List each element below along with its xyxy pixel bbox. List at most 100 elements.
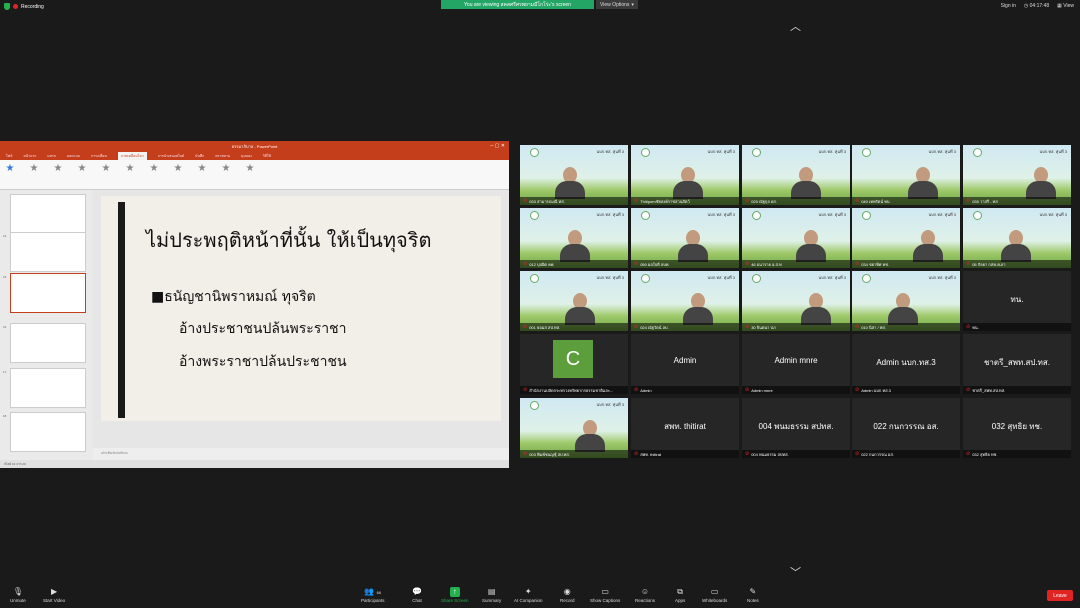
sign-in-link[interactable]: Sign in [1001,3,1016,9]
participants-button[interactable]: 👥 66 Participants [361,587,385,603]
participant-name-label: ⊘ 004 พนมธรรม สปทส. [742,450,850,458]
slide-thumbnail[interactable] [10,194,86,234]
animation-effect-icon[interactable]: ★ [148,163,160,175]
participant-tile[interactable]: นบก.ทส. หุ่นที่ 3 ⊘ 035 วาสรี - ทส [963,145,1071,205]
whiteboard-icon: ▭ [710,587,719,596]
participant-tile[interactable]: นบก.ทส. หุ่นที่ 3 ⊘ 024 ณัฐวัตน์ ลบ. [631,271,739,331]
animation-effect-icon[interactable]: ★ [172,163,184,175]
participant-tile[interactable]: นบก.ทส. หุ่นที่ 3 ⊘ 05 กัลยา กสพ.ลเลา [963,208,1071,268]
org-logo-icon [752,211,761,220]
participant-tile[interactable]: 022 กนกวรรณ อส. ⊘ 022 กนกวรรณ อส. [852,398,960,458]
microphone-muted-icon: ⊘ [745,261,750,267]
participant-tile[interactable]: นบก.ทส. หุ่นที่ 3 ⊘ 040 เทพรัตน์ ทบ. [852,145,960,205]
notes-button[interactable]: ✎ Notes [747,587,759,603]
tile-background-text: นบก.ทส. หุ่นที่ 3 [1039,149,1067,154]
notes-pane[interactable]: คลิกเพื่อเพิ่มบันทึกย่อ [93,448,509,460]
participant-tile[interactable]: นบก.ทส. หุ่นที่ 3 ⊘ 46 อนาราย อ.ส.ท [742,208,850,268]
participant-name-label: ⊘ ทน. [963,323,1071,331]
org-logo-icon [530,211,539,220]
slide-bullet-2: อ้างประชาชนปล้นพระราชา [179,321,347,337]
slide-thumbnails[interactable]: 14 15 16 17 18 [0,190,93,460]
animation-effect-icon[interactable]: ★ [124,163,136,175]
participant-tile[interactable]: นบก.ทส. หุ่นที่ 3 ⊘ 050 ผลใจดี ลบท. [631,208,739,268]
virtual-background: นบก.ทส. หุ่นที่ 3 [742,271,850,331]
animation-effect-icon[interactable]: ★ [100,163,112,175]
show-captions-button[interactable]: ▭ Show Captions [590,587,620,603]
ppt-tab[interactable]: วิธีใช้ [263,153,271,159]
participant-display-name: ชาตรี_สพท.สป.ทส. [983,358,1051,367]
participant-tile[interactable]: Admin mnre ⊘ Admin mnre [742,334,850,394]
org-logo-icon [862,274,871,283]
participant-tile[interactable]: Admin นบก.ทส.3 ⊘ Admin นบก.ทส.3 [852,334,960,394]
participant-tile[interactable]: นบก.ทส. หุ่นที่ 3 ⊘ 003 พิมพ์ชนญชุ์ สป.ทส. [520,398,628,458]
chat-button[interactable]: 💬 Chat [412,587,422,603]
microphone-muted-icon: ⊘ [966,451,971,457]
ppt-tab[interactable]: ภาพเคลื่อนไหว [117,151,147,160]
record-button[interactable]: ◉ Record [560,587,575,603]
animation-effect-icon[interactable]: ★ [244,163,256,175]
whiteboards-button[interactable]: ▭ Whiteboards [702,587,727,603]
microphone-muted-icon: ⊘ [634,261,639,267]
tile-background-text: นบก.ทส. หุ่นที่ 3 [928,275,956,280]
share-screen-button[interactable]: ↑ Share Screen [441,587,469,603]
ppt-tab[interactable]: บันทึก [195,153,204,159]
animation-effect-icon[interactable]: ★ [52,163,64,175]
participant-tile[interactable]: นบก.ทส. หุ่นที่ 3 ⊘ 012 บุปผิต คพ. [520,208,628,268]
participant-name-label: ⊘ 035 วาสรี - ทส [963,197,1071,205]
participant-name-label: ⊘ 001 ยอมส สป.ทส. [520,323,628,331]
org-logo-icon [752,148,761,157]
ai-companion-button[interactable]: ✦ AI Companion [514,587,543,603]
participant-tile[interactable]: Admin ⊘ Admin [631,334,739,394]
participant-tile[interactable]: ชาตรี_สพท.สป.ทส. ⊘ ชาตรี_สพท.สป.ทส. [963,334,1071,394]
reactions-button[interactable]: ☺ Reactions [635,587,655,603]
participant-tile[interactable]: นบก.ทส. หุ่นที่ 3 ⊘ Thitipornชัยสงค์ราชสวน… [631,145,739,205]
participant-tile[interactable]: สพท. thitirat ⊘ สพท. thitirat [631,398,739,458]
participant-tile[interactable]: นบก.ทส. หุ่นที่ 3 ⊘ 033 สามารถมณี ทส. [520,145,628,205]
animation-effect-icon[interactable]: ★ [76,163,88,175]
view-options-button[interactable]: View Options ▾ [596,0,638,9]
recording-label: Recording [21,3,44,10]
ppt-tab[interactable]: ออกแบบ [67,153,80,159]
animation-effect-icon[interactable]: ★ [220,163,232,175]
ppt-tab[interactable]: ไฟล์ [6,153,12,159]
leave-button[interactable]: Leave [1047,590,1073,601]
slide-thumbnail[interactable] [10,368,86,408]
ppt-tab[interactable]: การนำเสนอสไลด์ [158,153,184,159]
participant-name-label: ⊘ Admin [631,386,739,394]
animation-effect-icon[interactable]: ★ [4,163,16,175]
ppt-tab[interactable]: แทรก [47,153,56,159]
org-logo-icon [530,274,539,283]
view-button[interactable]: ▦ View [1057,3,1074,9]
slide-thumbnail[interactable] [10,412,86,452]
ppt-tab[interactable]: มุมมอง [241,153,252,159]
participant-tile[interactable]: C ⊘ สำนักงานปลัดกระทรวงทรัพยากรธรรมชาติและ… [520,334,628,394]
slide-thumbnail[interactable] [10,232,86,272]
participants-icon: 👥 66 [364,587,382,596]
participant-display-name: Admin [673,356,697,365]
participant-tile[interactable]: นบก.ทส. หุ่นที่ 3 ⊘ 010 นิสา / ทส. [852,271,960,331]
ppt-tab[interactable]: การเปลี่ยน [91,153,107,159]
org-logo-icon [973,211,982,220]
scroll-up-chevron-icon[interactable]: ︿ [790,22,801,33]
summary-button[interactable]: ▤ Summary [482,587,501,603]
participant-tile[interactable]: ทน. ⊘ ทน. [963,271,1071,331]
participant-tile[interactable]: 032 สุทธิย ทช. ⊘ 032 สุทธิย ทช. [963,398,1071,458]
ppt-tab[interactable]: หน้าแรก [23,153,36,159]
participant-tile[interactable]: นบก.ทส. หุ่นที่ 3 ⊘ 001 ยอมส สป.ทส. [520,271,628,331]
participant-tile[interactable]: นบก.ทส. หุ่นที่ 3 ⊘ 034 ชยาทิศ ทช. [852,208,960,268]
window-controls-icon[interactable]: – ▢ ✕ [491,143,505,149]
participant-tile[interactable]: นบก.ทส. หุ่นที่ 3 ⊘ 30 จินตนา ปภ [742,271,850,331]
participant-tile[interactable]: นบก.ทส. หุ่นที่ 3 ⊘ 025 ณัฐกุล อส. [742,145,850,205]
slide-number: 15 [3,275,7,279]
tile-background-text: นบก.ทส. หุ่นที่ 3 [1039,212,1067,217]
apps-button[interactable]: ⧉ Apps [675,587,685,603]
slide-thumbnail[interactable] [10,323,86,363]
participant-tile[interactable]: 004 พนมธรรม สปทส. ⊘ 004 พนมธรรม สปทส. [742,398,850,458]
slide-thumbnail[interactable] [10,273,86,313]
scroll-down-chevron-icon[interactable]: ﹀ [790,568,801,579]
start-video-button[interactable]: ▶ Start Video [43,587,65,603]
animation-effect-icon[interactable]: ★ [196,163,208,175]
animation-effect-icon[interactable]: ★ [28,163,40,175]
ppt-tab[interactable]: ตรวจทาน [215,153,230,159]
unmute-button[interactable]: 🎙 Unmute [10,587,26,603]
